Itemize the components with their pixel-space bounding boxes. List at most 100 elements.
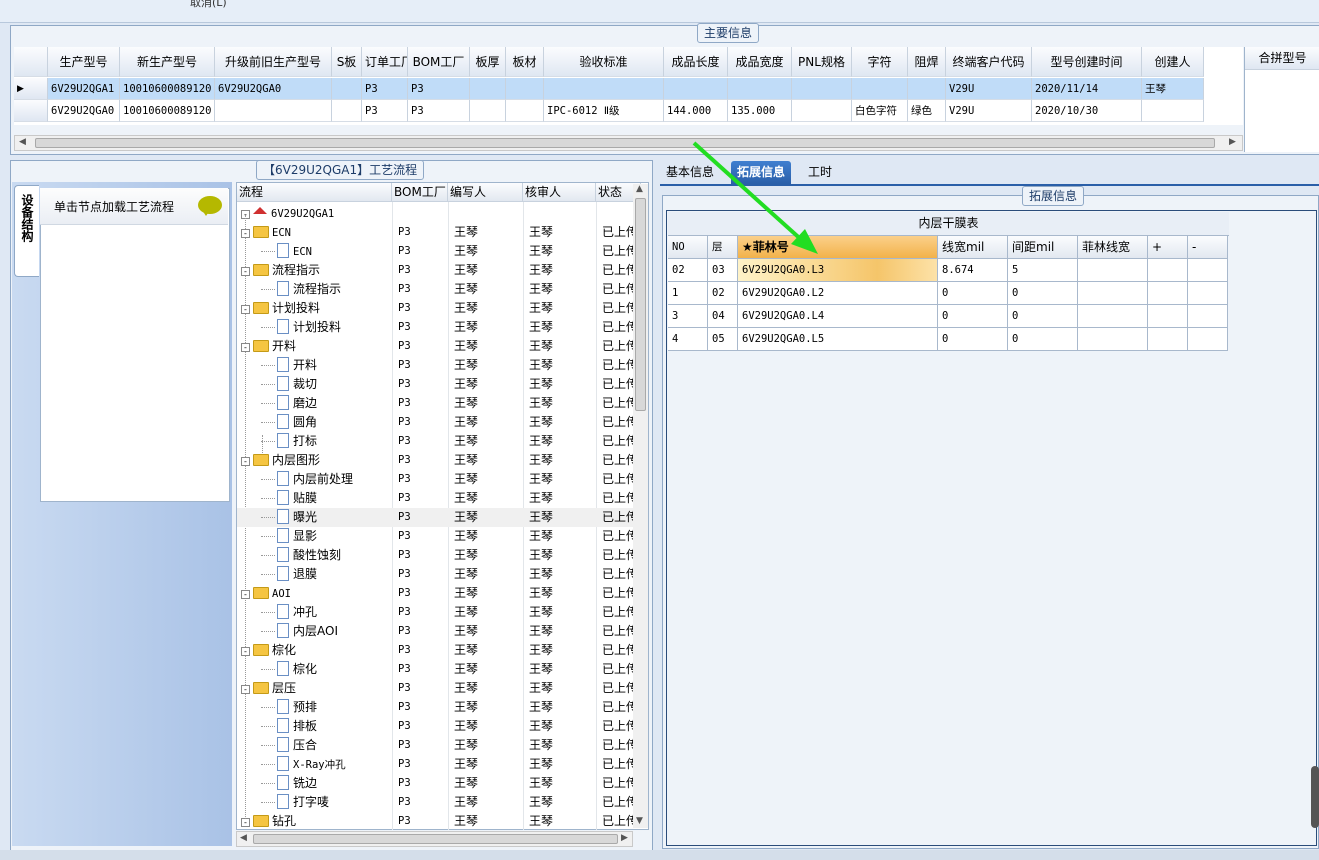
table-cell[interactable] <box>1188 259 1228 282</box>
scroll-thumb[interactable] <box>253 834 618 844</box>
scroll-up-icon[interactable]: ▲ <box>636 184 643 194</box>
scroll-left-icon[interactable]: ◀ <box>240 833 247 843</box>
scroll-right-icon[interactable]: ▶ <box>621 833 628 843</box>
tree-row[interactable]: - 内层图形 P3 王琴 王琴 已上传 <box>237 451 638 470</box>
collapse-icon[interactable]: - <box>241 343 250 352</box>
scroll-thumb[interactable] <box>35 138 1215 148</box>
tab-work-hours[interactable]: 工时 <box>802 161 838 184</box>
column-header[interactable]: 升级前旧生产型号 <box>215 47 332 77</box>
table-cell[interactable]: 0 <box>938 282 1008 305</box>
collapse-icon[interactable]: - <box>241 590 250 599</box>
tree-row[interactable]: 磨边 P3 王琴 王琴 已上传 <box>237 394 638 413</box>
row-indicator[interactable]: ▶ <box>14 78 48 100</box>
tree-row[interactable]: 内层AOI P3 王琴 王琴 已上传 <box>237 622 638 641</box>
table-cell[interactable]: 05 <box>708 328 738 351</box>
tree-root[interactable]: -6V29U2QGA1 <box>237 204 635 223</box>
collapse-icon[interactable]: - <box>241 267 250 276</box>
tree-row[interactable]: - 钻孔 P3 王琴 王琴 已上传 <box>237 812 638 831</box>
column-header[interactable]: 生产型号 <box>48 47 120 77</box>
tree-col-bom-factory-header[interactable]: BOM工厂 <box>392 183 448 202</box>
tree-row[interactable]: 打字唛 P3 王琴 王琴 已上传 <box>237 793 638 812</box>
table-cell[interactable]: 6V29U2QGA0.L3 <box>738 259 938 282</box>
table-cell[interactable] <box>1188 282 1228 305</box>
table-cell[interactable] <box>1148 282 1188 305</box>
table-cell[interactable]: 4 <box>668 328 708 351</box>
table-row[interactable]: ▶ 6V29U2QGA1 10010600089120 6V29U2QGA0 P3 P3 V… <box>14 78 1204 100</box>
column-header[interactable]: 阻焊 <box>908 47 946 77</box>
tree-row[interactable]: 裁切 P3 王琴 王琴 已上传 <box>237 375 638 394</box>
process-tree-hscroll[interactable]: ◀ ▶ <box>236 831 633 847</box>
tree-row[interactable]: ECN P3 王琴 王琴 已上传 <box>237 242 638 261</box>
column-header[interactable]: PNL规格 <box>792 47 852 77</box>
column-header[interactable]: BOM工厂 <box>408 47 470 77</box>
tree-row[interactable]: 冲孔 P3 王琴 王琴 已上传 <box>237 603 638 622</box>
process-tree-vscroll[interactable]: ▲ ▼ <box>633 184 648 828</box>
tree-row[interactable]: 打标 P3 王琴 王琴 已上传 <box>237 432 638 451</box>
table-cell[interactable]: 1 <box>668 282 708 305</box>
tree-col-writer-header[interactable]: 编写人 <box>448 183 523 202</box>
tree-row[interactable]: - 层压 P3 王琴 王琴 已上传 <box>237 679 638 698</box>
scroll-down-icon[interactable]: ▼ <box>636 816 643 826</box>
column-header[interactable]: NO <box>668 236 708 259</box>
table-cell[interactable]: 6V29U2QGA0.L5 <box>738 328 938 351</box>
column-header[interactable]: ★菲林号 <box>738 236 938 259</box>
table-cell[interactable]: 0 <box>1008 328 1078 351</box>
tree-col-reviewer-header[interactable]: 核审人 <box>523 183 596 202</box>
tree-row[interactable]: 退膜 P3 王琴 王琴 已上传 <box>237 565 638 584</box>
column-header[interactable]: 创建人 <box>1142 47 1204 77</box>
table-cell[interactable]: 03 <box>708 259 738 282</box>
tree-col-process-header[interactable]: 流程 <box>237 183 392 202</box>
right-scroll-handle[interactable] <box>1311 766 1319 828</box>
tree-row[interactable]: 曝光 P3 王琴 王琴 已上传 <box>237 508 638 527</box>
table-cell[interactable] <box>1078 282 1148 305</box>
column-header[interactable]: 成品长度 <box>664 47 728 77</box>
row-indicator[interactable] <box>14 100 48 122</box>
tree-row[interactable]: 棕化 P3 王琴 王琴 已上传 <box>237 660 638 679</box>
collapse-icon[interactable]: - <box>241 647 250 656</box>
tab-basic-info[interactable]: 基本信息 <box>660 161 720 184</box>
tree-row[interactable]: X-Ray冲孔 P3 王琴 王琴 已上传 <box>237 755 638 774</box>
table-cell[interactable]: 0 <box>1008 305 1078 328</box>
table-cell[interactable]: 0 <box>938 328 1008 351</box>
column-header[interactable]: 板厚 <box>470 47 506 77</box>
table-cell[interactable]: 6V29U2QGA0.L2 <box>738 282 938 305</box>
tree-row[interactable]: - AOI P3 王琴 王琴 已上传 <box>237 584 638 603</box>
column-header[interactable]: 层 <box>708 236 738 259</box>
collapse-icon[interactable]: - <box>241 818 250 827</box>
column-header[interactable]: - <box>1188 236 1228 259</box>
table-cell[interactable] <box>1078 328 1148 351</box>
collapse-icon[interactable]: - <box>241 685 250 694</box>
table-cell[interactable] <box>1148 259 1188 282</box>
table-cell[interactable]: 04 <box>708 305 738 328</box>
tree-row[interactable]: 内层前处理 P3 王琴 王琴 已上传 <box>237 470 638 489</box>
column-header[interactable]: 线宽mil <box>938 236 1008 259</box>
tree-row[interactable]: 预排 P3 王琴 王琴 已上传 <box>237 698 638 717</box>
column-header[interactable]: 型号创建时间 <box>1032 47 1142 77</box>
table-cell[interactable] <box>1188 305 1228 328</box>
table-row[interactable]: 6V29U2QGA0 10010600089120 P3 P3 IPC-6012 Ⅱ级 1… <box>14 100 1204 122</box>
column-header[interactable]: 验收标准 <box>544 47 664 77</box>
process-tree-grid[interactable]: 流程 BOM工厂 编写人 核审人 状态 -6V29U2QGA1- ECN P3 王琴 王琴 已上传 E… <box>236 182 649 830</box>
tree-row[interactable]: - 计划投料 P3 王琴 王琴 已上传 <box>237 299 638 318</box>
column-header[interactable]: 菲林线宽 <box>1078 236 1148 259</box>
collapse-icon[interactable]: - <box>241 457 250 466</box>
column-header[interactable]: S板 <box>332 47 362 77</box>
collapse-icon[interactable]: - <box>241 229 250 238</box>
tree-row[interactable]: 显影 P3 王琴 王琴 已上传 <box>237 527 638 546</box>
tab-extended-info[interactable]: 拓展信息 <box>731 161 792 184</box>
table-cell[interactable] <box>1148 305 1188 328</box>
table-cell[interactable]: 02 <box>708 282 738 305</box>
tree-row[interactable]: 排板 P3 王琴 王琴 已上传 <box>237 717 638 736</box>
collapse-icon[interactable]: - <box>241 305 250 314</box>
column-header[interactable]: 成品宽度 <box>728 47 792 77</box>
column-header[interactable]: 订单工厂 <box>362 47 408 77</box>
model-grid[interactable]: 生产型号新生产型号升级前旧生产型号S板订单工厂BOM工厂板厚板材验收标准成品长度… <box>14 47 1243 125</box>
tree-row[interactable]: - 开料 P3 王琴 王琴 已上传 <box>237 337 638 356</box>
table-cell[interactable] <box>1188 328 1228 351</box>
scroll-thumb[interactable] <box>635 198 646 411</box>
tree-row[interactable]: 铣边 P3 王琴 王琴 已上传 <box>237 774 638 793</box>
table-cell[interactable]: 6V29U2QGA0.L4 <box>738 305 938 328</box>
tree-row[interactable]: 酸性蚀刻 P3 王琴 王琴 已上传 <box>237 546 638 565</box>
table-cell[interactable]: 0 <box>1008 282 1078 305</box>
tree-row[interactable]: 贴膜 P3 王琴 王琴 已上传 <box>237 489 638 508</box>
